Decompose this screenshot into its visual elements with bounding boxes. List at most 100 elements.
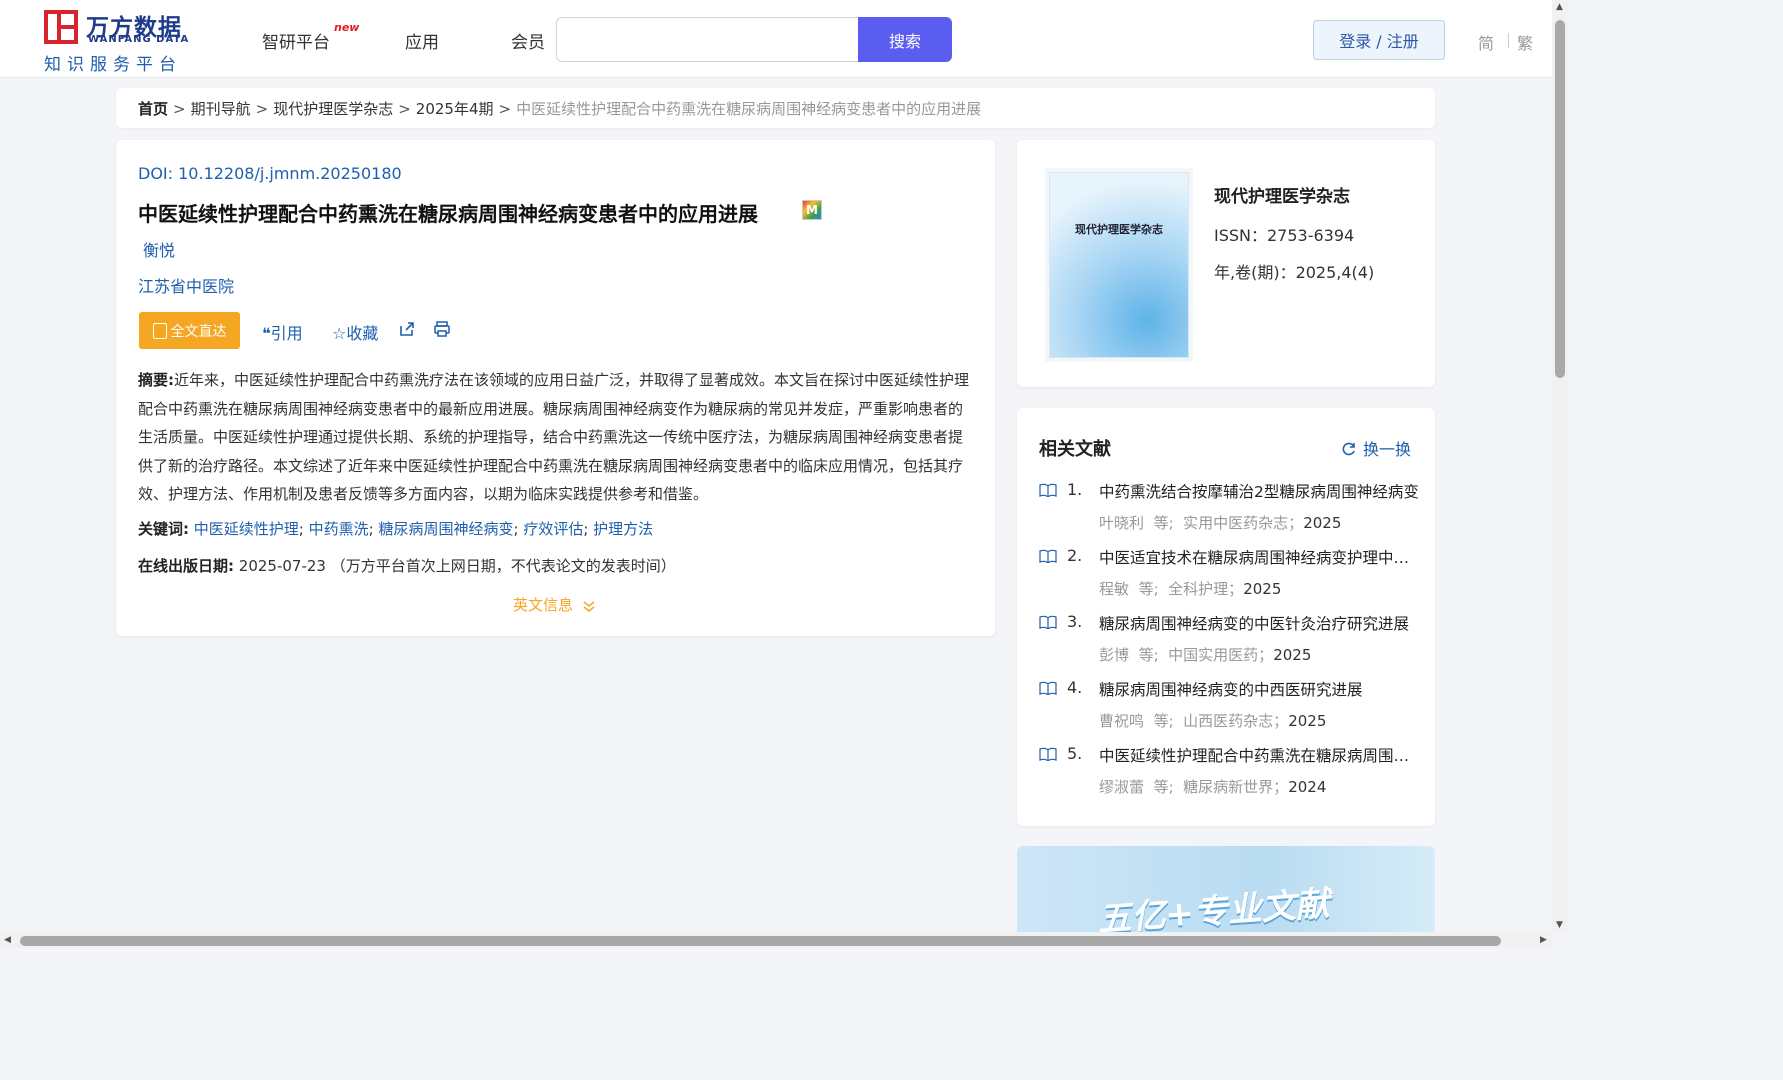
- breadcrumb-journal[interactable]: 现代护理医学杂志: [273, 100, 393, 118]
- scroll-right-icon[interactable]: ▶: [1540, 935, 1547, 945]
- related-index: 2.: [1067, 546, 1083, 565]
- keyword-link[interactable]: 护理方法: [593, 520, 653, 538]
- journal-card: 现代护理医学杂志 现代护理医学杂志 ISSN：2753-6394 年,卷(期)：…: [1017, 140, 1435, 387]
- chevron-down-icon: [583, 601, 595, 612]
- print-button[interactable]: [433, 320, 451, 339]
- breadcrumb-issue[interactable]: 2025年4期: [416, 100, 494, 118]
- fulltext-button[interactable]: 全文直达: [139, 312, 240, 349]
- journal-name[interactable]: 现代护理医学杂志: [1214, 182, 1350, 207]
- doi: DOI: 10.12208/j.jmnm.20250180: [138, 164, 402, 183]
- vertical-scrollbar-thumb[interactable]: [1555, 20, 1565, 378]
- nav-apps[interactable]: 应用: [405, 28, 439, 53]
- cover-title: 现代护理医学杂志: [1075, 223, 1163, 236]
- related-item-etal: 等;: [1153, 514, 1174, 532]
- related-item-source[interactable]: 中国实用医药；: [1168, 646, 1273, 664]
- related-item-meta: 缪淑蕾 等; 糖尿病新世界；2024: [1099, 776, 1326, 797]
- publish-date-row: 在线出版日期: 2025-07-23 （万方平台首次上网日期，不代表论文的发表时…: [138, 555, 676, 576]
- cite-label: 引用: [270, 324, 303, 343]
- related-item-source[interactable]: 实用中医药杂志；: [1183, 514, 1303, 532]
- related-item-year: 2025: [1273, 646, 1312, 664]
- related-item-author[interactable]: 叶晓利: [1099, 514, 1144, 532]
- related-item-etal: 等;: [1153, 712, 1174, 730]
- breadcrumb-current: 中医延续性护理配合中药熏洗在糖尿病周围神经病变患者中的应用进展: [516, 100, 982, 118]
- lang-divider: [1508, 33, 1509, 48]
- abstract-text: 近年来，中医延续性护理配合中药熏洗疗法在该领域的应用日益广泛，并取得了显著成效。…: [138, 371, 970, 504]
- share-icon: [400, 322, 414, 336]
- related-item-title[interactable]: 中医延续性护理配合中药熏洗在糖尿病周围神经病变: [1099, 744, 1421, 766]
- promo-banner[interactable]: 五亿+专业文献: [1017, 846, 1435, 936]
- wanfang-logo[interactable]: 万方数据 WANFANG DATA 知识服务平台: [44, 10, 194, 75]
- related-item-etal: 等;: [1138, 646, 1159, 664]
- related-index: 3.: [1067, 612, 1083, 631]
- m-badge-icon[interactable]: M: [802, 200, 822, 220]
- related-item-source[interactable]: 糖尿病新世界；: [1183, 778, 1288, 796]
- related-item-author[interactable]: 程敏: [1099, 580, 1129, 598]
- article-title: 中医延续性护理配合中药熏洗在糖尿病周围神经病变患者中的应用进展: [138, 202, 758, 226]
- horizontal-scrollbar-thumb[interactable]: [20, 936, 1501, 946]
- related-item-etal: 等;: [1153, 778, 1174, 796]
- journal-issn: ISSN：2753-6394: [1214, 226, 1355, 245]
- related-index: 4.: [1067, 678, 1083, 697]
- related-item-source[interactable]: 山西医药杂志；: [1183, 712, 1288, 730]
- related-index: 5.: [1067, 744, 1083, 763]
- publish-date: 2025-07-23: [238, 557, 326, 575]
- keyword-link[interactable]: 疗效评估: [523, 520, 583, 538]
- logo-english-name: WANFANG DATA: [88, 34, 190, 45]
- related-item-author[interactable]: 曹祝鸣: [1099, 712, 1144, 730]
- breadcrumb-separator: >: [398, 100, 411, 118]
- top-navigation-bar: 万方数据 WANFANG DATA 知识服务平台 智研平台 new 应用 会员 …: [0, 0, 1552, 78]
- related-item-title[interactable]: 中药熏洗结合按摩辅治2型糖尿病周围神经病变: [1099, 480, 1421, 502]
- related-title: 相关文献: [1039, 439, 1111, 460]
- scroll-up-icon[interactable]: ▲: [1556, 2, 1563, 12]
- breadcrumb-home[interactable]: 首页: [138, 100, 168, 118]
- scroll-left-icon[interactable]: ◀: [4, 935, 11, 945]
- english-info-label: 英文信息: [513, 596, 574, 614]
- related-index: 1.: [1067, 480, 1083, 499]
- abstract-label: 摘要:: [138, 371, 174, 389]
- lang-traditional[interactable]: 繁: [1517, 30, 1533, 54]
- login-register-button[interactable]: 登录 / 注册: [1313, 20, 1445, 60]
- keywords: 关键词: 中医延续性护理; 中药熏洗; 糖尿病周围神经病变; 疗效评估; 护理方…: [138, 520, 654, 538]
- cite-button[interactable]: ❝引用: [262, 320, 303, 344]
- scroll-down-icon[interactable]: ▼: [1556, 920, 1563, 930]
- article-card: DOI: 10.12208/j.jmnm.20250180 中医延续性护理配合中…: [116, 140, 995, 636]
- book-icon: [1039, 747, 1057, 761]
- lang-simplified[interactable]: 简: [1478, 30, 1494, 54]
- refresh-label: 换一换: [1363, 440, 1412, 459]
- favorite-label: 收藏: [346, 324, 379, 343]
- related-item-year: 2025: [1303, 514, 1342, 532]
- publish-date-note: （万方平台首次上网日期，不代表论文的发表时间）: [330, 557, 676, 575]
- search-input[interactable]: [556, 17, 860, 62]
- book-icon: [1039, 681, 1057, 695]
- organization-link[interactable]: 江苏省中医院: [138, 273, 234, 297]
- publish-date-label: 在线出版日期:: [138, 557, 234, 575]
- related-item-title[interactable]: 糖尿病周围神经病变的中西医研究进展: [1099, 678, 1421, 700]
- related-item-title[interactable]: 糖尿病周围神经病变的中医针灸治疗研究进展: [1099, 612, 1421, 634]
- related-item-author[interactable]: 缪淑蕾: [1099, 778, 1144, 796]
- keyword-link[interactable]: 中药熏洗: [309, 520, 369, 538]
- related-item-title[interactable]: 中医适宜技术在糖尿病周围神经病变护理中的应用: [1099, 546, 1421, 568]
- breadcrumb-journal-nav[interactable]: 期刊导航: [191, 100, 251, 118]
- keyword-link[interactable]: 糖尿病周围神经病变: [378, 520, 513, 538]
- doi-link[interactable]: 10.12208/j.jmnm.20250180: [178, 164, 402, 183]
- share-button[interactable]: [398, 320, 416, 339]
- related-item-author[interactable]: 彭博: [1099, 646, 1129, 664]
- related-literature-card: 相关文献 换一换 1. 中药熏洗结合按摩辅治2型糖尿病周围神经病变 叶晓利 等;…: [1017, 408, 1435, 826]
- favorite-button[interactable]: ☆收藏: [332, 320, 378, 344]
- keyword-link[interactable]: 中医延续性护理: [194, 520, 299, 538]
- related-item-meta: 彭博 等; 中国实用医药；2025: [1099, 644, 1311, 665]
- nav-membership[interactable]: 会员: [511, 28, 545, 53]
- search-button[interactable]: 搜索: [858, 17, 952, 62]
- refresh-button[interactable]: 换一换: [1341, 436, 1411, 460]
- related-item-year: 2025: [1288, 712, 1327, 730]
- related-item-meta: 程敏 等; 全科护理；2025: [1099, 578, 1281, 599]
- author-link[interactable]: 衡悦: [143, 237, 175, 261]
- related-item-year: 2025: [1243, 580, 1282, 598]
- journal-volume: 年,卷(期)：2025,4(4): [1214, 263, 1375, 282]
- journal-cover-image[interactable]: 现代护理医学杂志: [1049, 172, 1189, 358]
- english-info-toggle[interactable]: 英文信息: [513, 594, 596, 615]
- book-icon: [1039, 615, 1057, 629]
- related-item-source[interactable]: 全科护理；: [1168, 580, 1243, 598]
- star-icon: ☆: [332, 324, 347, 343]
- nav-zhiyan-platform[interactable]: 智研平台: [262, 28, 330, 53]
